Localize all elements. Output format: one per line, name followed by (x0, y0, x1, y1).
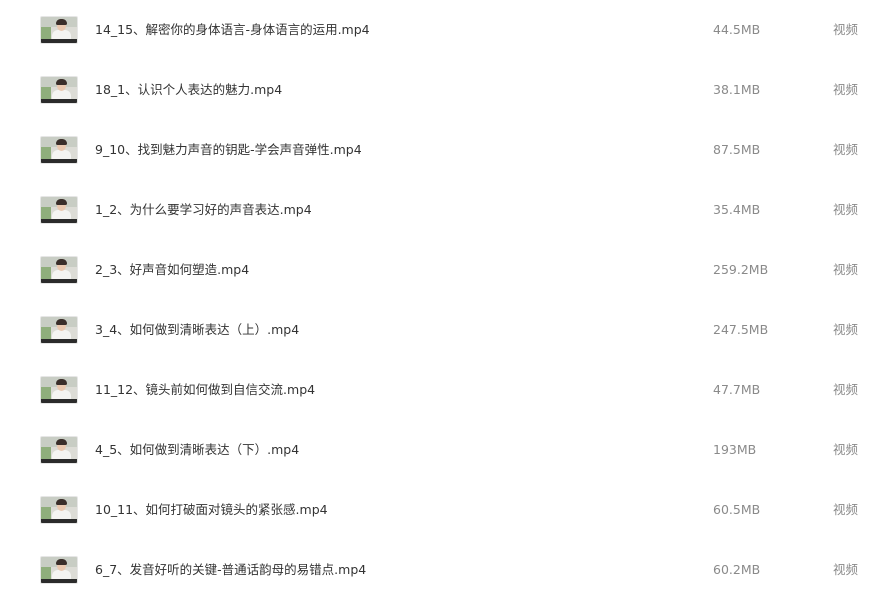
file-size: 47.7MB (713, 382, 761, 397)
file-name[interactable]: 2_3、好声音如何塑造.mp4 (95, 262, 249, 278)
video-thumbnail-icon (40, 76, 78, 104)
file-type: 视频 (833, 322, 859, 337)
file-size: 259.2MB (713, 262, 769, 277)
video-thumbnail-icon (40, 556, 78, 584)
file-name[interactable]: 6_7、发音好听的关键-普通话韵母的易错点.mp4 (95, 562, 366, 578)
file-name[interactable]: 1_2、为什么要学习好的声音表达.mp4 (95, 202, 312, 218)
video-thumbnail-icon (40, 196, 78, 224)
file-row[interactable]: 4_5、如何做到清晰表达（下）.mp4 193MB 视频 (0, 436, 880, 496)
file-size: 247.5MB (713, 322, 769, 337)
file-size: 44.5MB (713, 22, 761, 37)
file-name[interactable]: 11_12、镜头前如何做到自信交流.mp4 (95, 382, 315, 398)
file-row[interactable]: 11_12、镜头前如何做到自信交流.mp4 47.7MB 视频 (0, 376, 880, 436)
video-thumbnail-icon (40, 136, 78, 164)
file-type: 视频 (833, 202, 859, 217)
file-size: 35.4MB (713, 202, 761, 217)
file-row[interactable]: 6_7、发音好听的关键-普通话韵母的易错点.mp4 60.2MB 视频 (0, 556, 880, 616)
video-thumbnail-icon (40, 496, 78, 524)
file-name[interactable]: 14_15、解密你的身体语言-身体语言的运用.mp4 (95, 22, 370, 38)
file-type: 视频 (833, 502, 859, 517)
file-name[interactable]: 4_5、如何做到清晰表达（下）.mp4 (95, 442, 299, 458)
file-row[interactable]: 3_4、如何做到清晰表达（上）.mp4 247.5MB 视频 (0, 316, 880, 376)
file-size: 87.5MB (713, 142, 761, 157)
file-type: 视频 (833, 22, 859, 37)
video-thumbnail-icon (40, 436, 78, 464)
file-row[interactable]: 2_3、好声音如何塑造.mp4 259.2MB 视频 (0, 256, 880, 316)
file-size: 38.1MB (713, 82, 761, 97)
video-thumbnail-icon (40, 376, 78, 404)
file-type: 视频 (833, 82, 859, 97)
video-thumbnail-icon (40, 316, 78, 344)
file-type: 视频 (833, 382, 859, 397)
file-name[interactable]: 3_4、如何做到清晰表达（上）.mp4 (95, 322, 299, 338)
file-list: 14_15、解密你的身体语言-身体语言的运用.mp4 44.5MB 视频 18_… (0, 0, 880, 598)
file-row[interactable]: 10_11、如何打破面对镜头的紧张感.mp4 60.5MB 视频 (0, 496, 880, 556)
video-thumbnail-icon (40, 16, 78, 44)
file-row[interactable]: 14_15、解密你的身体语言-身体语言的运用.mp4 44.5MB 视频 (0, 16, 880, 76)
video-thumbnail-icon (40, 256, 78, 284)
file-type: 视频 (833, 142, 859, 157)
file-row[interactable]: 18_1、认识个人表达的魅力.mp4 38.1MB 视频 (0, 76, 880, 136)
file-name[interactable]: 10_11、如何打破面对镜头的紧张感.mp4 (95, 502, 328, 518)
file-type: 视频 (833, 562, 859, 577)
file-type: 视频 (833, 262, 859, 277)
file-type: 视频 (833, 442, 859, 457)
file-name[interactable]: 9_10、找到魅力声音的钥匙-学会声音弹性.mp4 (95, 142, 362, 158)
file-size: 60.5MB (713, 502, 761, 517)
file-row[interactable]: 1_2、为什么要学习好的声音表达.mp4 35.4MB 视频 (0, 196, 880, 256)
file-size: 193MB (713, 442, 757, 457)
file-size: 60.2MB (713, 562, 761, 577)
file-row[interactable]: 9_10、找到魅力声音的钥匙-学会声音弹性.mp4 87.5MB 视频 (0, 136, 880, 196)
file-name[interactable]: 18_1、认识个人表达的魅力.mp4 (95, 82, 282, 98)
